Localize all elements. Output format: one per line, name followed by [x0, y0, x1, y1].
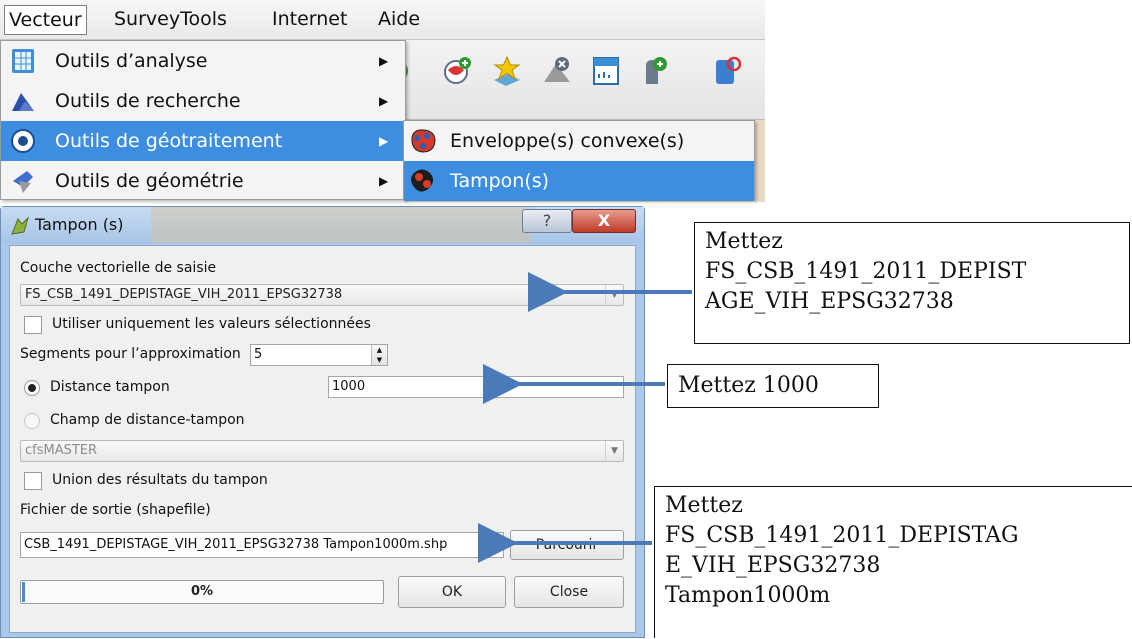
input-layer-label: Couche vectorielle de saisie: [20, 260, 217, 276]
input-layer-select[interactable]: FS_CSB_1491_DEPISTAGE_VIH_2011_EPSG32738…: [20, 284, 624, 306]
segments-label: Segments pour l’approximation: [20, 346, 241, 362]
chevron-down-icon: ▼: [605, 285, 623, 305]
geoprocessing-tools-icon: [11, 129, 35, 153]
buffer-field-label: Champ de distance-tampon: [50, 412, 245, 428]
dialog-title: Tampon (s): [35, 215, 124, 234]
buffer-distance-label: Distance tampon: [50, 379, 170, 395]
menu-aide[interactable]: Aide: [374, 5, 424, 35]
submenu-arrow-icon: ▶: [379, 174, 389, 188]
vector-menu-dropdown: Outils d’analyse ▶ Outils de recherche ▶…: [0, 40, 406, 200]
submenu-item-label: Enveloppe(s) convexe(s): [450, 130, 685, 152]
segments-spinbox[interactable]: 5 ▲ ▼: [250, 344, 388, 366]
browse-button[interactable]: Parcourir: [510, 530, 624, 560]
callout-line: Mettez: [665, 493, 743, 518]
menu-surveytools[interactable]: SurveyTools: [110, 5, 231, 35]
progress-bar: 0%: [20, 580, 384, 604]
submenu-arrow-icon: ▶: [379, 134, 389, 148]
research-tools-icon: [12, 93, 34, 111]
close-button[interactable]: Close: [514, 576, 624, 608]
chevron-down-icon: ▼: [605, 441, 623, 461]
input-layer-value: FS_CSB_1491_DEPISTAGE_VIH_2011_EPSG32738: [25, 287, 343, 302]
help-button[interactable]: ?: [522, 209, 572, 233]
add-star-layer-icon[interactable]: [490, 54, 524, 88]
segments-value: 5: [254, 347, 263, 362]
callout-line: FS_CSB_1491_2011_DEPISTAG: [665, 523, 1019, 548]
add-point-icon[interactable]: [638, 54, 672, 88]
callout-line: Tampon1000m: [665, 583, 831, 608]
menu-item-analysis-tools[interactable]: Outils d’analyse ▶: [1, 41, 405, 81]
menu-internet[interactable]: Internet: [268, 5, 351, 35]
dialog-body: Couche vectorielle de saisie FS_CSB_1491…: [9, 245, 636, 633]
spinner-arrows-icon[interactable]: ▲ ▼: [371, 345, 387, 365]
output-file-input[interactable]: CSB_1491_DEPISTAGE_VIH_2011_EPSG32738 Ta…: [20, 532, 504, 558]
callout-line: Mettez: [705, 229, 783, 254]
menu-item-label: Outils d’analyse: [55, 50, 208, 72]
menu-item-label: Outils de géométrie: [55, 170, 244, 192]
submenu-arrow-icon: ▶: [379, 54, 389, 68]
callout-line: FS_CSB_1491_2011_DEPIST: [705, 259, 1027, 284]
callout-output-file: Mettez FS_CSB_1491_2011_DEPISTAG E_VIH_E…: [654, 486, 1132, 638]
selected-only-checkbox[interactable]: [24, 316, 42, 334]
buffer-field-radio[interactable]: [24, 413, 40, 429]
buffer-field-select[interactable]: cfsMASTER ▼: [20, 440, 624, 462]
menu-item-geoprocessing-tools[interactable]: Outils de géotraitement ▶: [1, 121, 405, 161]
submenu-item-label: Tampon(s): [450, 170, 550, 192]
callout-line: E_VIH_EPSG32738: [665, 553, 881, 578]
output-file-value: CSB_1491_DEPISTAGE_VIH_2011_EPSG32738 Ta…: [24, 537, 448, 552]
buffer-field-value: cfsMASTER: [25, 443, 98, 458]
callout-line: AGE_VIH_EPSG32738: [705, 289, 954, 314]
ok-button[interactable]: OK: [398, 576, 506, 608]
progress-text: 0%: [190, 584, 214, 599]
dialog-title-bar[interactable]: Tampon (s) ? X: [1, 207, 644, 243]
title-bar-background: [151, 207, 531, 243]
buffer-distance-input[interactable]: 1000: [328, 376, 624, 398]
buffer-icon: [411, 169, 434, 192]
submenu-item-convex-hull[interactable]: Enveloppe(s) convexe(s): [404, 121, 754, 161]
submenu-item-buffer[interactable]: Tampon(s): [404, 161, 754, 201]
geometry-tools-icon: [13, 171, 33, 193]
callout-input-layer: Mettez FS_CSB_1491_2011_DEPIST AGE_VIH_E…: [694, 222, 1130, 344]
menu-item-geometry-tools[interactable]: Outils de géométrie ▶: [1, 161, 405, 201]
analysis-tools-icon: [12, 49, 34, 73]
callout-line: Mettez 1000: [678, 373, 819, 398]
menu-item-research-tools[interactable]: Outils de recherche ▶: [1, 81, 405, 121]
menu-item-label: Outils de recherche: [55, 90, 241, 112]
menu-bar: Vecteur SurveyTools Internet Aide: [0, 0, 765, 40]
toolbar: [392, 40, 765, 120]
callout-distance: Mettez 1000: [667, 364, 879, 408]
dissolve-label: Union des résultats du tampon: [52, 472, 268, 488]
menu-item-label: Outils de géotraitement: [55, 130, 283, 152]
dissolve-checkbox[interactable]: [24, 472, 42, 490]
add-layer-globe-icon[interactable]: [440, 54, 474, 88]
database-layer-icon[interactable]: [710, 54, 744, 88]
convex-hull-icon: [411, 129, 436, 153]
buffer-dialog: Tampon (s) ? X Couche vectorielle de sai…: [0, 206, 645, 638]
buffer-distance-value: 1000: [332, 379, 366, 394]
new-layer-icon[interactable]: [590, 54, 624, 88]
output-file-label: Fichier de sortie (shapefile): [20, 502, 211, 518]
buffer-distance-radio[interactable]: [24, 380, 40, 396]
submenu-arrow-icon: ▶: [379, 94, 389, 108]
geoprocessing-submenu: Enveloppe(s) convexe(s) Tampon(s): [403, 120, 755, 201]
window-close-button[interactable]: X: [572, 209, 636, 233]
selected-only-label: Utiliser uniquement les valeurs sélectio…: [52, 316, 371, 332]
menu-vecteur[interactable]: Vecteur: [4, 5, 87, 35]
buffer-tool-icon: [11, 216, 30, 235]
remove-layer-icon[interactable]: [540, 54, 574, 88]
